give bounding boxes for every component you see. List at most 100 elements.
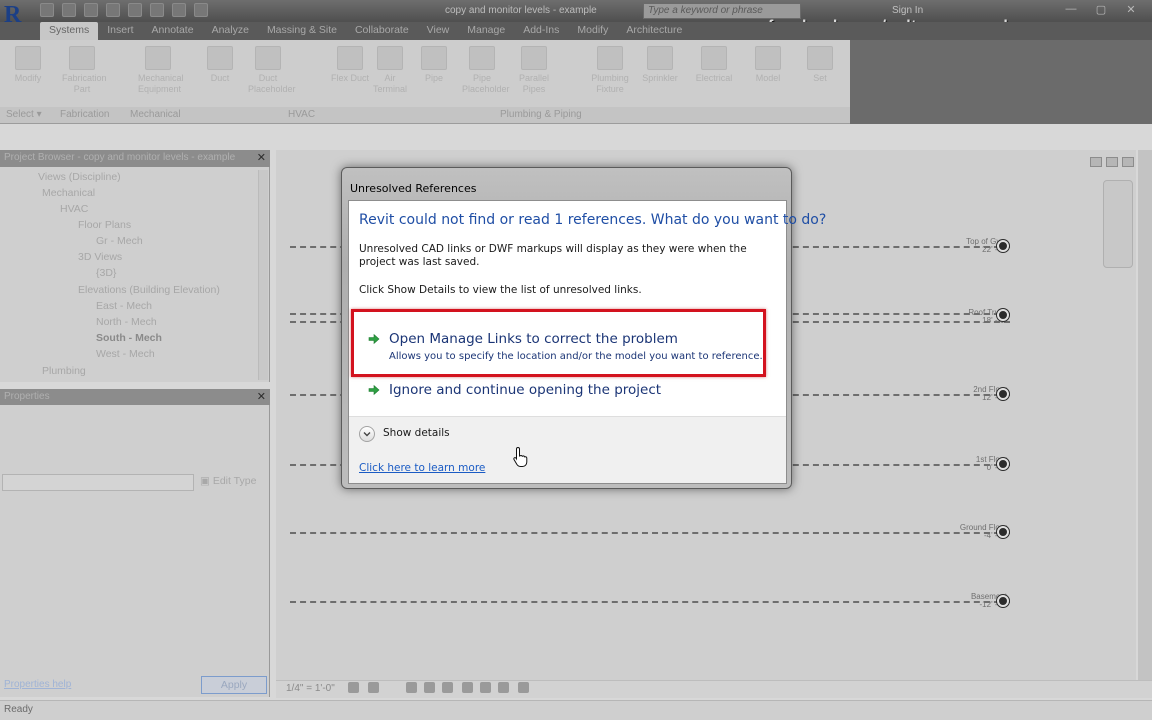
edit-type-button[interactable]: ▣ Edit Type	[200, 475, 256, 487]
level-head-icon[interactable]	[997, 388, 1009, 400]
3d-view-icon[interactable]	[194, 3, 208, 17]
text-icon[interactable]	[172, 3, 186, 17]
tab-insert[interactable]: Insert	[98, 22, 142, 40]
ribbon-button-parallel-pipes[interactable]: Parallel Pipes	[514, 46, 554, 95]
redo-icon[interactable]	[106, 3, 120, 17]
ribbon-empty-area	[850, 40, 1152, 124]
tree-item-floor-plans[interactable]: Floor Plans	[78, 219, 131, 231]
tree-item-mechanical[interactable]: Mechanical	[42, 187, 95, 199]
sign-in-link[interactable]: Sign In	[892, 5, 923, 16]
ribbon-button-mechanical-equipment[interactable]: Mechanical Equipment	[138, 46, 184, 95]
ribbon-button-pipe[interactable]: Pipe	[414, 46, 454, 84]
detail-level-icon[interactable]	[348, 682, 359, 693]
ignore-and-continue-command[interactable]: Ignore and continue opening the project	[359, 382, 777, 404]
tab-view[interactable]: View	[418, 22, 459, 40]
show-details-button[interactable]	[359, 426, 375, 442]
tree-item-north-mech[interactable]: North - Mech	[96, 316, 157, 328]
ribbon-button-label: Modify	[14, 73, 42, 83]
tree-item-plumbing[interactable]: Plumbing	[42, 365, 86, 377]
tree-item-3d[interactable]: {3D}	[96, 267, 116, 279]
ribbon-button-fabrication-part[interactable]: Fabrication Part	[62, 46, 107, 95]
measure-icon[interactable]	[150, 3, 164, 17]
close-icon[interactable]: ✕	[257, 390, 266, 403]
ribbon-panel-titles: Select ▾ Fabrication Mechanical HVAC Plu…	[0, 107, 850, 123]
ribbon-button-sprinkler[interactable]: Sprinkler	[640, 46, 680, 84]
canvas-scrollbar[interactable]	[1138, 150, 1152, 680]
ribbon-button-duct[interactable]: Duct	[200, 46, 240, 84]
tab-add-ins[interactable]: Add-Ins	[514, 22, 568, 40]
analytical-model-icon[interactable]	[518, 682, 529, 693]
tree-item-hvac[interactable]: HVAC	[60, 203, 88, 215]
ribbon-button-plumbing-fixture[interactable]: Plumbing Fixture	[590, 46, 630, 95]
level-head-icon[interactable]	[997, 595, 1009, 607]
level-line[interactable]	[290, 532, 1010, 534]
level-head-icon[interactable]	[997, 240, 1009, 252]
duct-icon	[207, 46, 233, 70]
tree-item-elevations[interactable]: Elevations (Building Elevation)	[78, 284, 220, 296]
air-terminal-icon	[377, 46, 403, 70]
undo-icon[interactable]	[84, 3, 98, 17]
pipe-icon	[421, 46, 447, 70]
visual-style-icon[interactable]	[368, 682, 379, 693]
show-crop-icon[interactable]	[462, 682, 473, 693]
ribbon-button-label: Plumbing Fixture	[591, 73, 629, 94]
level-head-icon[interactable]	[997, 309, 1009, 321]
project-browser-scrollbar[interactable]	[258, 170, 268, 380]
level-line[interactable]	[290, 601, 1010, 603]
tab-collaborate[interactable]: Collaborate	[346, 22, 418, 40]
save-icon[interactable]	[62, 3, 76, 17]
ribbon-button-modify[interactable]: Modify	[8, 46, 48, 84]
show-details-label[interactable]: Show details	[383, 427, 450, 439]
ribbon-button-flex-duct[interactable]: Flex Duct	[330, 46, 370, 84]
close-icon[interactable]: ✕	[1120, 3, 1142, 17]
apply-button[interactable]: Apply	[201, 676, 267, 694]
tab-manage[interactable]: Manage	[458, 22, 514, 40]
ribbon-button-label: Parallel Pipes	[518, 73, 549, 94]
view-restore-icon[interactable]	[1106, 157, 1118, 167]
panel-mechanical[interactable]: Mechanical	[130, 109, 181, 120]
ribbon-button-model[interactable]: Model	[748, 46, 788, 84]
panel-fabrication[interactable]: Fabrication	[60, 109, 109, 120]
tree-item-3d-views[interactable]: 3D Views	[78, 251, 122, 263]
panel-plumbing-piping[interactable]: Plumbing & Piping	[500, 109, 582, 120]
ribbon-button-electrical[interactable]: Electrical	[694, 46, 734, 84]
ribbon-button-set[interactable]: Set	[800, 46, 840, 84]
tree-item-gr-mech[interactable]: Gr - Mech	[96, 235, 143, 247]
tree-item-west-mech[interactable]: West - Mech	[96, 348, 155, 360]
tab-massing-site[interactable]: Massing & Site	[258, 22, 346, 40]
ribbon-button-duct-placeholder[interactable]: Duct Placeholder	[248, 46, 296, 95]
minimize-icon[interactable]: —	[1060, 3, 1082, 17]
view-close-icon[interactable]	[1122, 157, 1134, 167]
view-scale[interactable]: 1/4" = 1'-0"	[286, 683, 335, 694]
tree-item-south-mech[interactable]: South - Mech	[96, 332, 162, 344]
tab-annotate[interactable]: Annotate	[143, 22, 203, 40]
search-input[interactable]: Type a keyword or phrase	[643, 3, 801, 19]
panel-hvac[interactable]: HVAC	[288, 109, 315, 120]
hide-isolate-icon[interactable]	[480, 682, 491, 693]
view-minimize-icon[interactable]	[1090, 157, 1102, 167]
hand-pointer-icon	[513, 446, 528, 467]
sun-path-icon[interactable]	[406, 682, 417, 693]
navigation-bar[interactable]	[1103, 180, 1133, 268]
shadows-icon[interactable]	[424, 682, 435, 693]
level-head-icon[interactable]	[997, 458, 1009, 470]
crop-view-icon[interactable]	[442, 682, 453, 693]
tree-item-views[interactable]: Views (Discipline)	[38, 171, 121, 183]
type-selector[interactable]	[2, 474, 194, 491]
maximize-icon[interactable]: ▢	[1090, 3, 1112, 17]
close-icon[interactable]: ✕	[257, 151, 266, 164]
tab-architecture[interactable]: Architecture	[617, 22, 691, 40]
ribbon-button-air-terminal[interactable]: Air Terminal	[370, 46, 410, 95]
ribbon-button-pipe-placeholder[interactable]: Pipe Placeholder	[462, 46, 510, 95]
tab-modify[interactable]: Modify	[568, 22, 617, 40]
print-icon[interactable]	[128, 3, 142, 17]
tab-analyze[interactable]: Analyze	[203, 22, 258, 40]
properties-help-link[interactable]: Properties help	[4, 679, 71, 690]
open-icon[interactable]	[40, 3, 54, 17]
tree-item-east-mech[interactable]: East - Mech	[96, 300, 152, 312]
learn-more-link[interactable]: Click here to learn more	[359, 462, 485, 474]
level-head-icon[interactable]	[997, 526, 1009, 538]
panel-select[interactable]: Select ▾	[6, 109, 42, 120]
tab-systems[interactable]: Systems	[40, 22, 99, 40]
reveal-hidden-icon[interactable]	[498, 682, 509, 693]
